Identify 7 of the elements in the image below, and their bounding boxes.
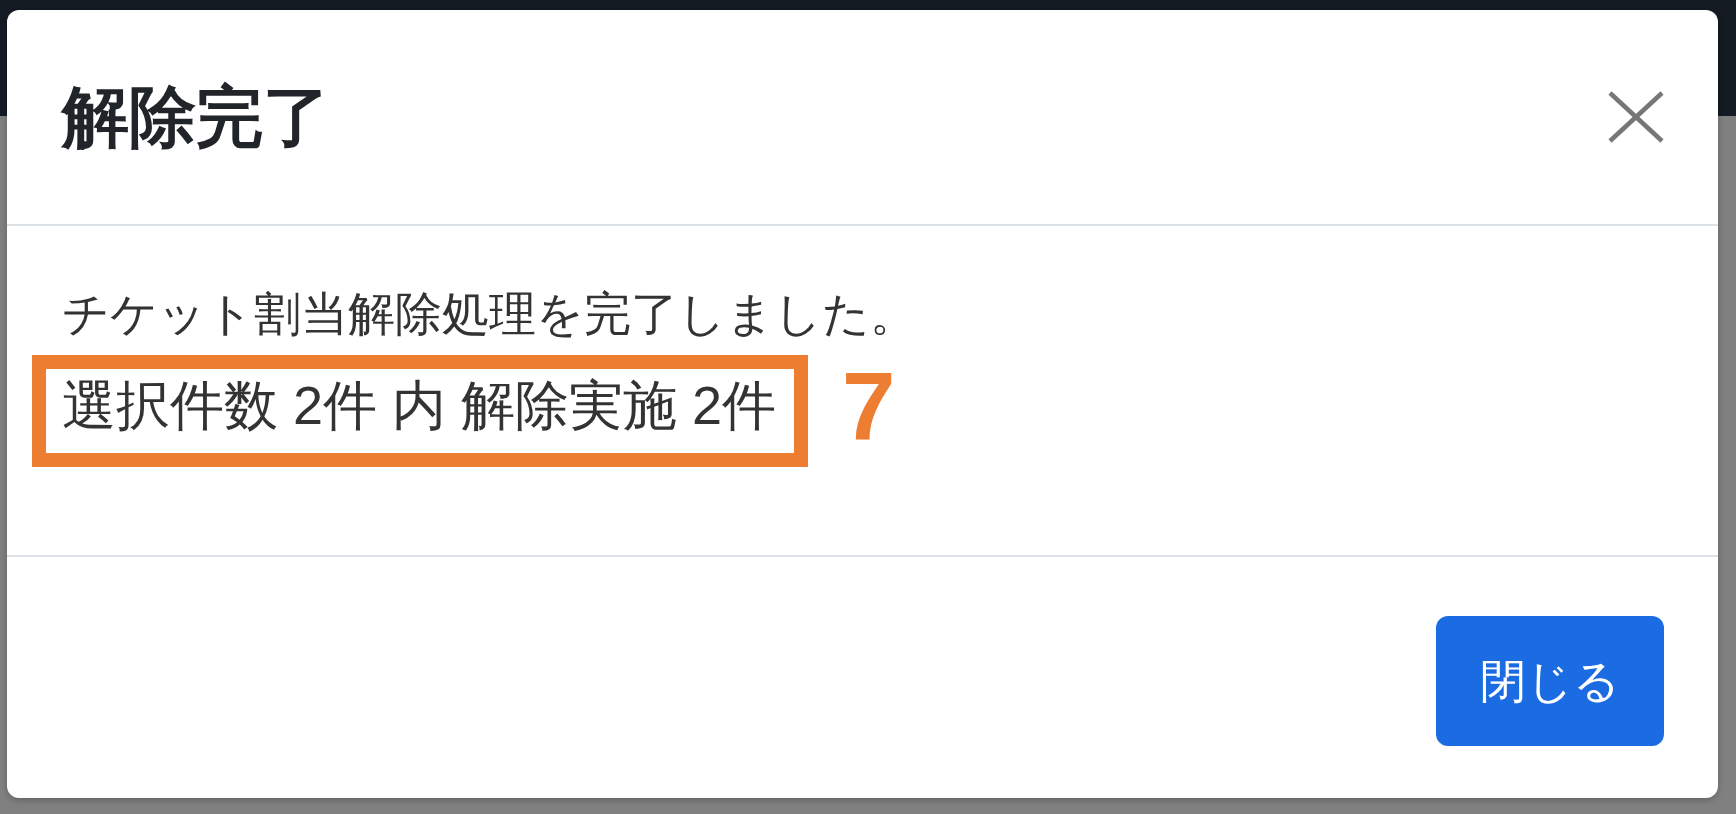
summary-text: 選択件数 2件 内 解除実施 2件 <box>62 377 777 433</box>
close-icon <box>1608 91 1664 143</box>
message-text: チケット割当解除処理を完了しました。 <box>62 287 918 342</box>
annotation-number: 7 <box>842 359 896 455</box>
close-dialog-button[interactable]: 閉じる <box>1436 615 1664 746</box>
dialog-title: 解除完了 <box>62 77 330 156</box>
close-button[interactable] <box>1608 91 1664 143</box>
